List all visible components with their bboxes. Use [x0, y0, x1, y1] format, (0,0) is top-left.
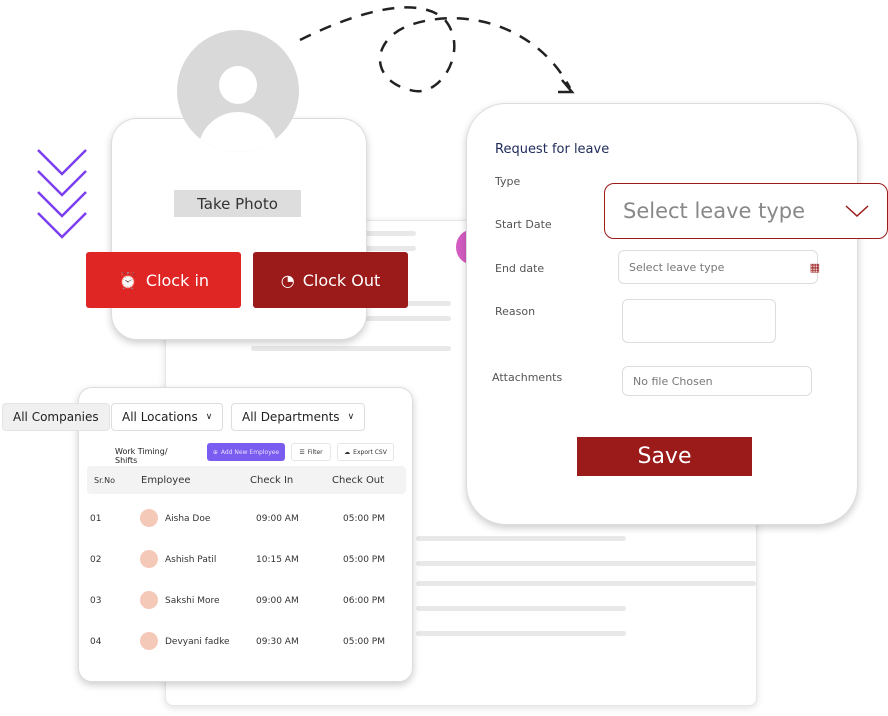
end-date-input[interactable]: Select leave type ▦ — [618, 250, 820, 284]
clock-out-button[interactable]: ◔ Clock Out — [253, 252, 408, 308]
locations-filter[interactable]: All Locations ∨ — [111, 403, 224, 431]
cloud-download-icon: ☁ — [344, 448, 351, 456]
calendar-icon: ▦ — [809, 260, 820, 274]
attachments-label: Attachments — [492, 371, 563, 384]
sliders-icon: ☰ — [299, 448, 305, 456]
avatar-placeholder-icon — [177, 30, 299, 152]
add-employee-button[interactable]: ⊕ Add New Employee — [207, 443, 285, 461]
alarm-clock-icon: ⏰ — [117, 270, 138, 290]
form-title: Request for leave — [495, 142, 610, 157]
chevron-down-icon: ∨ — [205, 412, 213, 422]
departments-filter[interactable]: All Departments ∨ — [231, 403, 366, 431]
companies-filter[interactable]: All Companies — [2, 403, 110, 431]
plus-circle-icon: ⊕ — [212, 448, 218, 456]
reason-label: Reason — [495, 305, 536, 318]
save-button[interactable]: Save — [577, 437, 752, 476]
filter-button[interactable]: ☰ Filter — [291, 443, 331, 461]
avatar — [140, 591, 158, 609]
timer-icon: ◔ — [280, 270, 295, 290]
chevron-down-icon — [845, 205, 869, 217]
chevrons-down-icon — [37, 149, 87, 239]
clock-out-label: Clock Out — [302, 270, 381, 290]
dashed-arrow-icon — [299, 6, 572, 93]
take-photo-button[interactable]: Take Photo — [174, 190, 301, 217]
table-title: Work Timing/ Shifts — [115, 447, 168, 465]
leave-request-card: Request for leave Type Start Date End da… — [466, 103, 858, 525]
clock-in-label: Clock in — [145, 270, 210, 290]
avatar — [140, 632, 158, 650]
attachment-file-input[interactable]: No file Chosen — [622, 366, 812, 396]
end-date-label: End date — [495, 262, 545, 275]
avatar — [140, 550, 158, 568]
type-label: Type — [495, 175, 521, 188]
start-date-label: Start Date — [495, 218, 552, 231]
clock-in-button[interactable]: ⏰ Clock in — [86, 252, 241, 308]
chevron-down-icon: ∨ — [347, 412, 355, 422]
reason-textarea[interactable] — [622, 299, 776, 343]
export-csv-button[interactable]: ☁ Export CSV — [337, 443, 394, 461]
leave-type-select[interactable]: Select leave type — [604, 183, 888, 239]
table-header: Sr.No Employee Check In Check Out — [87, 466, 406, 494]
avatar — [140, 509, 158, 527]
